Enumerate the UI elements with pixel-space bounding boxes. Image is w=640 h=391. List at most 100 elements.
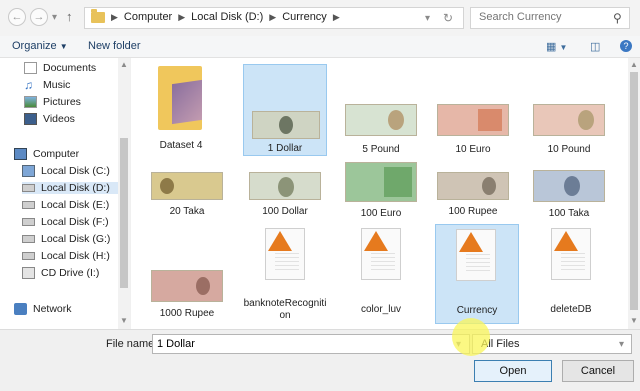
scrollbar-thumb[interactable] (630, 72, 638, 310)
cd-drive-icon (22, 267, 35, 279)
nav-label: CD Drive (I:) (41, 267, 100, 279)
drive-icon (22, 252, 35, 260)
file-item-5-pound[interactable]: 5 Pound (339, 64, 423, 156)
nav-item-drive-g[interactable]: Local Disk (G:) (22, 233, 110, 245)
open-button[interactable]: Open (474, 360, 552, 382)
view-options-icon[interactable]: ▦ ▼ (546, 40, 567, 53)
banknote-thumbnail (345, 162, 417, 202)
nav-label: Local Disk (E:) (41, 199, 110, 211)
nav-item-music[interactable]: ♫ Music (24, 79, 70, 91)
file-item-dataset-4[interactable]: Dataset 4 (139, 64, 223, 156)
music-icon: ♫ (24, 78, 33, 92)
chevron-right-icon: ▶ (178, 11, 186, 22)
drive-icon (22, 218, 35, 226)
nav-label: Local Disk (H:) (41, 250, 110, 262)
refresh-icon[interactable]: ↻ (443, 11, 453, 25)
file-item-100-rupee[interactable]: 100 Rupee (431, 166, 515, 222)
navigation-pane: Documents ♫ Music Pictures Videos Comput… (0, 58, 130, 329)
banknote-thumbnail (533, 170, 605, 202)
banknote-thumbnail (249, 172, 321, 200)
address-dropdown-icon[interactable]: ▾ (425, 13, 430, 24)
crumb-computer[interactable]: Computer (124, 11, 172, 23)
organize-button[interactable]: Organize ▼ (12, 40, 68, 52)
banknote-thumbnail (151, 270, 223, 302)
banknote-thumbnail (151, 172, 223, 200)
file-list-scrollbar[interactable]: ▲ ▼ (628, 58, 640, 329)
file-name: 10 Pound (547, 144, 591, 155)
file-name: 5 Pound (362, 144, 400, 155)
nav-item-drive-c[interactable]: Local Disk (C:) (22, 165, 110, 177)
navigation-scrollbar[interactable]: ▲ ▼ (118, 58, 130, 329)
folder-icon (158, 66, 204, 132)
file-item-10-euro[interactable]: 10 Euro (431, 64, 515, 156)
new-folder-button[interactable]: New folder (88, 40, 141, 52)
up-arrow-icon[interactable]: ↑ (66, 9, 73, 24)
nav-item-drive-e[interactable]: Local Disk (E:) (22, 199, 109, 211)
file-item-100-taka[interactable]: 100 Taka (527, 166, 611, 222)
nav-item-drive-d[interactable]: Local Disk (D:) (22, 182, 118, 194)
matlab-file-icon (551, 228, 591, 280)
nav-item-network[interactable]: Network (14, 303, 72, 315)
search-input[interactable] (479, 11, 609, 23)
breadcrumb[interactable]: ▶ Computer ▶ Local Disk (D:) ▶ Currency … (84, 7, 464, 29)
banknote-thumbnail (345, 104, 417, 136)
scrollbar-thumb[interactable] (120, 138, 128, 288)
file-item-100-euro[interactable]: 100 Euro (339, 162, 423, 222)
nav-label: Network (33, 303, 72, 315)
file-name: Currency (456, 305, 498, 316)
matlab-file-icon (361, 228, 401, 280)
file-name: 100 Taka (548, 208, 590, 219)
chevron-right-icon: ▶ (332, 11, 340, 22)
file-name-field[interactable] (152, 334, 470, 354)
banknote-thumbnail (252, 111, 320, 139)
forward-button[interactable]: → (30, 8, 48, 26)
nav-label: Music (43, 79, 71, 91)
file-name: 20 Taka (169, 206, 205, 217)
search-box[interactable]: ⚲ (470, 7, 630, 29)
address-bar-row: ← → ▾ ↑ ▶ Computer ▶ Local Disk (D:) ▶ C… (0, 0, 640, 36)
scroll-up-icon[interactable]: ▲ (120, 60, 128, 69)
nav-item-videos[interactable]: Videos (24, 113, 75, 125)
file-type-filter[interactable]: All Files ▾ (472, 334, 632, 354)
recent-locations-chevron-icon[interactable]: ▾ (52, 12, 57, 23)
command-toolbar: Organize ▼ New folder ▦ ▼ ◫ ? (0, 36, 640, 58)
back-button[interactable]: ← (8, 8, 26, 26)
file-name: 1000 Rupee (159, 308, 215, 319)
cancel-button[interactable]: Cancel (562, 360, 634, 382)
matlab-file-icon (265, 228, 305, 280)
scroll-down-icon[interactable]: ▼ (120, 316, 128, 325)
nav-item-drive-f[interactable]: Local Disk (F:) (22, 216, 109, 228)
nav-item-drive-h[interactable]: Local Disk (H:) (22, 250, 110, 262)
banknote-thumbnail (437, 172, 509, 200)
file-item-deletedb[interactable]: deleteDB (529, 224, 613, 320)
drive-icon (22, 184, 35, 192)
nav-item-computer[interactable]: Computer (14, 148, 79, 160)
file-item-100-dollar[interactable]: 100 Dollar (243, 166, 327, 222)
file-name: 100 Euro (360, 208, 402, 219)
scroll-up-icon[interactable]: ▲ (630, 60, 638, 69)
file-item-1-dollar[interactable]: 1 Dollar (243, 64, 327, 156)
file-item-1000-rupee[interactable]: 1000 Rupee (145, 224, 229, 320)
help-icon[interactable]: ? (620, 40, 632, 52)
scroll-down-icon[interactable]: ▼ (630, 316, 638, 325)
file-item-10-pound[interactable]: 10 Pound (527, 64, 611, 156)
nav-label: Local Disk (F:) (41, 216, 109, 228)
nav-item-cd-drive[interactable]: CD Drive (I:) (22, 267, 99, 279)
file-item-color-luv[interactable]: color_luv (339, 224, 423, 320)
file-item-currency[interactable]: Currency (435, 224, 519, 324)
drive-icon (22, 201, 35, 209)
file-name: banknoteRecognition (243, 298, 327, 321)
file-item-20-taka[interactable]: 20 Taka (145, 166, 229, 222)
banknote-thumbnail (437, 104, 509, 136)
search-icon[interactable]: ⚲ (613, 11, 622, 25)
nav-item-documents[interactable]: Documents (24, 62, 96, 74)
file-list: Dataset 4 1 Dollar 5 Pound 10 Euro 10 Po… (131, 58, 628, 329)
crumb-currency[interactable]: Currency (282, 11, 327, 23)
file-item-banknoterecognition[interactable]: banknoteRecognition (243, 224, 327, 329)
computer-icon (14, 148, 27, 160)
file-name: 100 Dollar (262, 206, 308, 217)
preview-pane-icon[interactable]: ◫ (590, 40, 600, 53)
crumb-local-disk-d[interactable]: Local Disk (D:) (191, 11, 263, 23)
nav-label: Local Disk (C:) (41, 165, 110, 177)
nav-item-pictures[interactable]: Pictures (24, 96, 81, 108)
